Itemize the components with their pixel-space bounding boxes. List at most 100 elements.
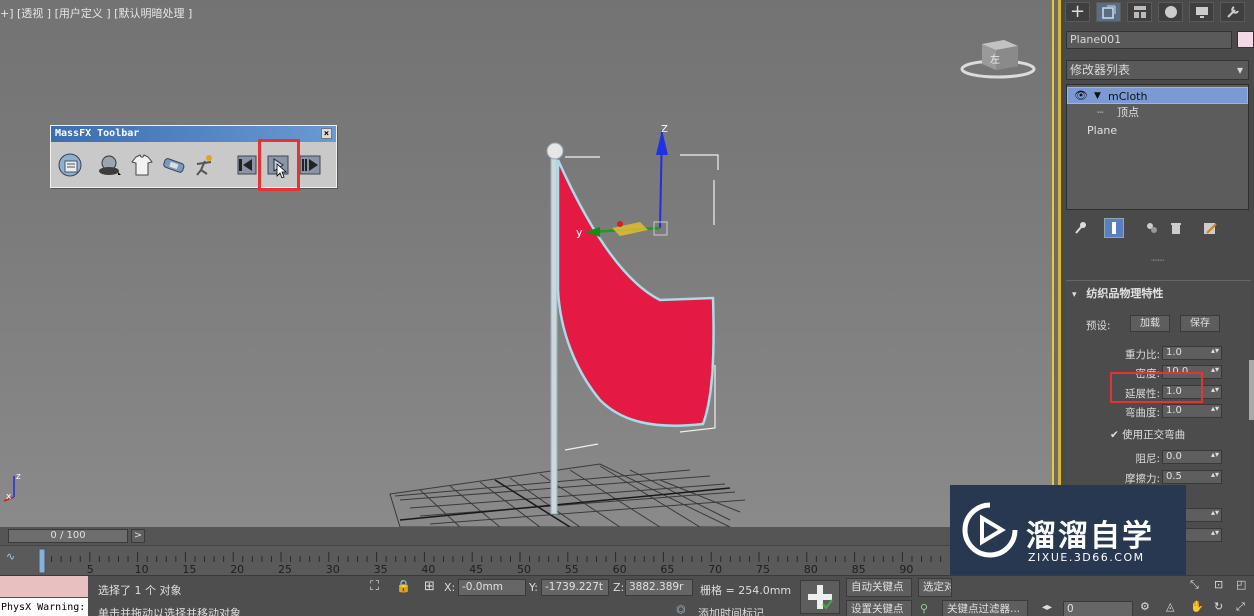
selection-dropdown[interactable]: 选定对: [918, 578, 952, 597]
scene-canvas: Z y z x: [3, 124, 746, 527]
grid-spacing: 栅格 = 254.0mm: [700, 584, 792, 597]
pin-stack-icon[interactable]: [1070, 218, 1090, 238]
svg-text:y: y: [576, 226, 583, 239]
chevron-down-icon: ▾: [1236, 63, 1243, 77]
field-of-view-icon[interactable]: ◰: [1236, 578, 1246, 591]
set-key-button[interactable]: 设置关键点: [846, 600, 912, 616]
load-button[interactable]: 加载: [1130, 315, 1170, 332]
maxscript-listener[interactable]: [0, 576, 88, 597]
ragdoll-icon[interactable]: [193, 152, 219, 178]
world-settings-icon[interactable]: [57, 152, 83, 178]
rollout-title[interactable]: ▾ 纺织品物理特性: [1072, 285, 1163, 301]
maxscript-output[interactable]: PhysX Warning:: [0, 598, 88, 616]
home-grid: [389, 463, 746, 527]
tree-branch-icon: ┄: [1097, 106, 1104, 119]
stack-tools: [1066, 218, 1249, 240]
massfx-toolbar[interactable]: MassFX Toolbar ×: [50, 125, 337, 191]
svg-text:Z: Z: [661, 124, 668, 135]
flag-pole: [550, 157, 558, 515]
orbit-icon[interactable]: ◬: [1166, 600, 1174, 613]
damping-value: 0.0: [1166, 451, 1182, 462]
step-simulation-icon[interactable]: [297, 152, 323, 178]
next-frame-button[interactable]: >: [131, 529, 145, 543]
time-slider-thumb: [38, 548, 46, 574]
show-end-result-icon[interactable]: [1104, 218, 1124, 238]
friction-spinner[interactable]: 0.5 ▴▾: [1162, 470, 1222, 484]
rollout-title-text: 纺织品物理特性: [1086, 287, 1164, 300]
highlight-box: [258, 139, 300, 191]
watermark-title: 溜溜自学: [1026, 519, 1154, 554]
add-time-tag[interactable]: 添加时间标记: [698, 605, 764, 616]
isolate-selection-icon[interactable]: ⛶: [370, 579, 379, 594]
current-frame-field[interactable]: 0: [1063, 601, 1133, 616]
massfx-title-text: MassFX Toolbar: [55, 128, 140, 139]
eye-icon[interactable]: 👁: [1074, 87, 1088, 104]
motion-tab-icon[interactable]: [1158, 2, 1183, 22]
lock-icon[interactable]: 🔒: [396, 579, 411, 593]
bendiness-spinner[interactable]: 1.0 ▴▾: [1162, 404, 1222, 418]
expand-icon[interactable]: ▼: [1094, 88, 1101, 105]
constraint-icon[interactable]: [161, 152, 187, 178]
drag-handle[interactable]: ┈┈: [1151, 254, 1164, 267]
ortho-bend-checkbox[interactable]: ✔ 使用正交弯曲: [1110, 427, 1185, 442]
display-tab-icon[interactable]: [1189, 2, 1214, 22]
gravity-ratio-label: 重力比:: [1124, 349, 1160, 361]
bendiness-label: 弯曲度:: [1124, 407, 1160, 419]
z-coordinate-field[interactable]: 3882.389r: [625, 579, 693, 596]
track-bar[interactable]: ∿ 051015202530354045505560657075808590: [0, 545, 950, 576]
utilities-tab-icon[interactable]: [1220, 2, 1245, 22]
object-color-swatch[interactable]: [1237, 31, 1254, 48]
stack-item-vertex[interactable]: ┄ 顶点: [1067, 104, 1248, 121]
modifier-stack[interactable]: 👁 ▼ mCloth ┄ 顶点 Plane: [1066, 84, 1249, 210]
modifier-list-dropdown[interactable]: 修改器列表 ▾: [1066, 60, 1249, 80]
gravity-ratio-spinner[interactable]: 1.0 ▴▾: [1162, 346, 1222, 360]
make-unique-icon[interactable]: [1142, 218, 1162, 238]
x-coordinate-field[interactable]: -0.0mm: [458, 579, 526, 596]
damping-spinner[interactable]: 0.0 ▴▾: [1162, 450, 1222, 464]
perspective-viewport[interactable]: +] [透视 ] [用户定义 ] [默认明暗处理 ] 左 Z y z x Mas…: [0, 0, 1054, 527]
viewport-active-border: [1052, 0, 1054, 527]
modify-tab-icon[interactable]: [1096, 2, 1121, 22]
zoom-region-icon[interactable]: ⊡: [1214, 578, 1223, 591]
auto-key-button[interactable]: 自动关键点: [846, 578, 912, 597]
track-ruler: 051015202530354045505560657075808590: [38, 548, 942, 576]
frame-nav-icon[interactable]: ◂▸: [1042, 602, 1052, 613]
friction-label: 摩擦力:: [1124, 473, 1160, 485]
watermark-subtitle: ZIXUE.3D66.COM: [1028, 551, 1145, 564]
pan-view-icon[interactable]: ✋: [1190, 600, 1204, 613]
rigid-body-icon[interactable]: [97, 152, 123, 178]
axis-tripod: z x: [3, 472, 21, 502]
key-filter-icon[interactable]: ⚲: [920, 602, 928, 615]
stack-item-mcloth[interactable]: 👁 ▼ mCloth: [1067, 87, 1248, 104]
flag-cloth: [556, 159, 715, 427]
bendiness-value: 1.0: [1166, 405, 1182, 416]
time-slider-bar[interactable]: 0 / 100 >: [0, 527, 950, 545]
stack-item-plane[interactable]: Plane: [1067, 122, 1248, 139]
damping-label: 阻尼:: [1135, 453, 1160, 465]
remove-modifier-icon[interactable]: [1166, 218, 1186, 238]
orbit-subobject-icon[interactable]: ↻: [1214, 600, 1223, 613]
panel-scrollbar[interactable]: [1249, 360, 1254, 420]
reset-simulation-icon[interactable]: [233, 152, 259, 178]
modifier-list-label: 修改器列表: [1070, 63, 1131, 77]
z-label: Z:: [613, 581, 625, 594]
maximize-viewport-icon[interactable]: ⤢: [1236, 600, 1245, 614]
configure-modifier-sets-icon[interactable]: [1200, 218, 1220, 238]
absolute-mode-icon[interactable]: ⊞: [424, 579, 435, 594]
object-name-field[interactable]: Plane001: [1066, 31, 1232, 49]
close-icon[interactable]: ×: [321, 128, 332, 139]
hierarchy-tab-icon[interactable]: [1127, 2, 1152, 22]
x-label: X:: [444, 581, 456, 594]
create-tab-icon[interactable]: +: [1065, 2, 1090, 22]
prompt-line: 单击并拖动以选择并移动对象: [98, 607, 241, 616]
y-label: Y:: [529, 581, 538, 594]
save-button[interactable]: 保存: [1180, 315, 1220, 332]
zoom-extents-icon[interactable]: ⤡: [1190, 578, 1199, 592]
svg-text:x: x: [6, 492, 12, 502]
time-config-icon[interactable]: ⚙: [1140, 600, 1150, 613]
mcloth-icon[interactable]: [129, 152, 155, 178]
key-filters-button[interactable]: 关键点过滤器...: [942, 600, 1028, 616]
time-slider[interactable]: 0 / 100: [8, 529, 128, 543]
y-coordinate-field[interactable]: -1739.227t: [541, 579, 609, 596]
set-key-icon[interactable]: [800, 580, 840, 614]
